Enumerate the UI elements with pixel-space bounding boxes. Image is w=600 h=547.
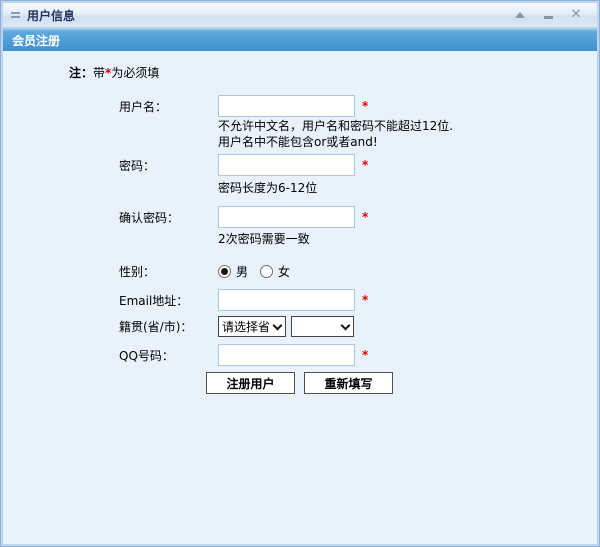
password-hint: 密码长度为6-12位 [218,181,589,195]
email-group: Email地址： * [119,289,589,311]
username-input[interactable] [218,95,355,117]
province-select-value: 请选择省 [222,318,272,335]
panel-header: 会员注册 [3,28,597,51]
window-menu-icon[interactable] [11,12,20,18]
username-hint-2: 用户名中不能包含or或者and! [218,135,589,149]
confirm-password-required-star: * [362,210,368,224]
titlebar: 用户信息 ✕ [3,3,597,28]
gender-group: 性别： 男 女 [119,262,589,280]
gender-label: 性别： [119,263,218,280]
password-label: 密码： [119,157,218,174]
username-group: 用户名： * 不允许中文名，用户名和密码不能超过12位. 用户名中不能包含or或… [119,95,589,149]
username-hint-1: 不允许中文名，用户名和密码不能超过12位. [218,119,589,133]
password-group: 密码： * 密码长度为6-12位 [119,154,589,195]
email-input[interactable] [218,289,355,311]
reset-button[interactable]: 重新填写 [304,372,393,394]
gender-radio-male[interactable] [218,265,231,278]
minimize-button[interactable] [541,8,555,22]
gender-option-female-label: 女 [278,263,290,280]
button-row: 注册用户 重新填写 [206,372,589,394]
password-required-star: * [362,158,368,172]
window-controls: ✕ [513,8,589,22]
confirm-password-hint: 2次密码需要一致 [218,232,589,246]
close-button[interactable]: ✕ [569,8,583,22]
register-button[interactable]: 注册用户 [206,372,295,394]
window: 用户信息 ✕ 会员注册 注：带*为必须填 用户名： * 不允许中文名，用户名和密… [0,0,600,547]
confirm-password-group: 确认密码： * 2次密码需要一致 [119,206,589,246]
username-label: 用户名： [119,98,218,115]
note-mid: 带 [93,66,105,80]
username-required-star: * [362,99,368,113]
form-panel: 注：带*为必须填 用户名： * 不允许中文名，用户名和密码不能超过12位. 用户… [3,51,597,544]
email-label: Email地址： [119,292,218,309]
note-prefix: 注： [69,66,93,80]
qq-group: QQ号码： * [119,344,589,366]
required-note: 注：带*为必须填 [69,64,597,81]
confirm-password-label: 确认密码： [119,209,218,226]
note-suffix: 为必须填 [111,66,159,80]
gender-radio-female[interactable] [260,265,273,278]
close-icon: ✕ [571,8,582,22]
panel-title: 会员注册 [12,32,60,49]
qq-input[interactable] [218,344,355,366]
confirm-password-input[interactable] [218,206,355,228]
hometown-label: 籍贯(省/市)： [119,318,218,335]
minimize-icon [544,16,553,19]
email-required-star: * [362,293,368,307]
rollup-button[interactable] [513,8,527,22]
qq-label: QQ号码： [119,347,218,364]
triangle-up-icon [515,12,525,18]
window-title: 用户信息 [27,7,75,24]
chevron-down-icon [341,320,351,330]
province-select[interactable]: 请选择省 [218,316,286,337]
city-select[interactable] [291,316,354,337]
chevron-down-icon [273,320,283,330]
gender-option-male-label: 男 [236,263,248,280]
register-form: 用户名： * 不允许中文名，用户名和密码不能超过12位. 用户名中不能包含or或… [119,95,589,394]
hometown-group: 籍贯(省/市)： 请选择省 [119,316,589,337]
password-input[interactable] [218,154,355,176]
qq-required-star: * [362,348,368,362]
